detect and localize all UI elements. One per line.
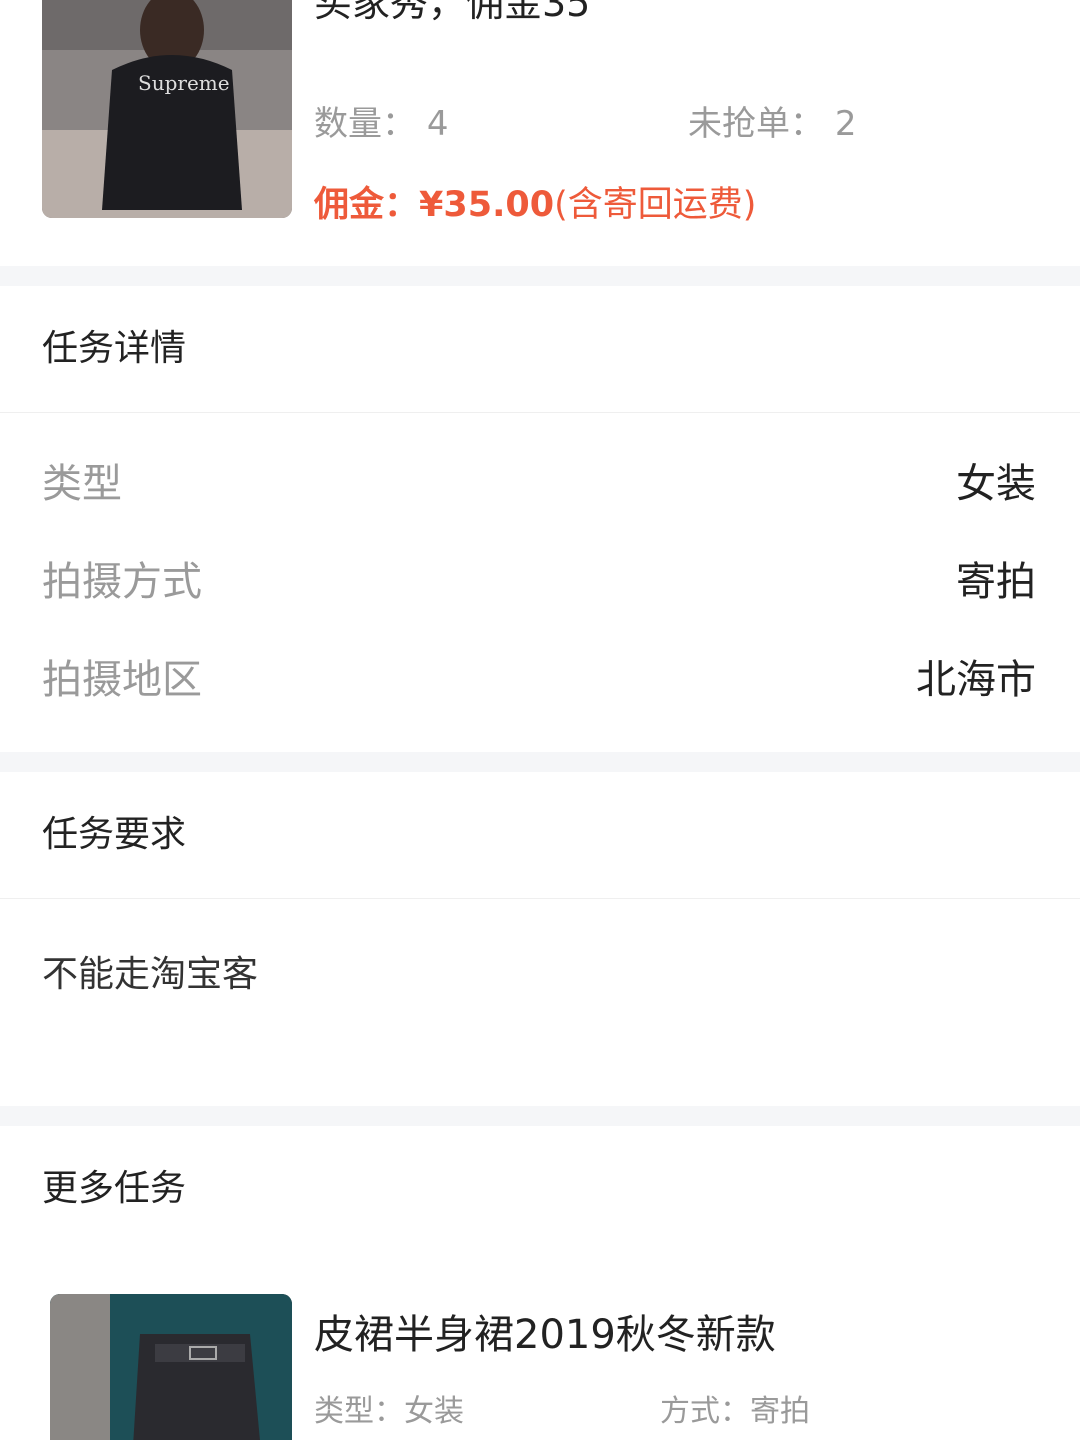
section-divider [0, 752, 1080, 772]
detail-row-type: 类型 女装 [0, 435, 1080, 533]
task-mode-value: 寄拍 [750, 1394, 810, 1429]
task-requirements-text: 不能走淘宝客 [42, 954, 259, 995]
section-divider [0, 1106, 1080, 1126]
remaining-stat: 未抢单： 2 [688, 96, 856, 145]
quantity-label: 数量： [314, 104, 416, 144]
detail-row-shooting-region: 拍摄地区 北海市 [0, 631, 1080, 729]
task-type: 类型：女装 [314, 1386, 464, 1430]
task-details-section: 任务详情 类型 女装 拍摄方式 寄拍 拍摄地区 北海市 [0, 286, 1080, 752]
detail-row-shooting-method: 拍摄方式 寄拍 [0, 533, 1080, 631]
quantity-stat: 数量： 4 [314, 96, 448, 145]
task-title: 皮裙半身裙2019秋冬新款 [314, 1312, 776, 1358]
task-thumbnail [50, 1294, 292, 1440]
task-detail-page: Supreme 买家秀，佣金35 数量： 4 未抢单： 2 佣金：¥35.00(… [0, 0, 1080, 1440]
detail-label: 拍摄方式 [42, 559, 202, 605]
task-mode: 方式：寄拍 [660, 1386, 810, 1430]
detail-value: 寄拍 [956, 559, 1036, 605]
task-type-label: 类型： [314, 1394, 404, 1429]
section-divider [0, 266, 1080, 286]
commission-label: 佣金： [314, 185, 420, 225]
product-title: 买家秀，佣金35 [314, 0, 591, 25]
commission-note: (含寄回运费) [554, 185, 757, 225]
quantity-value: 4 [426, 104, 449, 144]
remaining-value: 2 [834, 104, 857, 144]
task-requirements-section: 任务要求 不能走淘宝客 [0, 772, 1080, 1106]
task-details-header: 任务详情 [0, 286, 1080, 413]
commission-amount: ¥35.00 [419, 185, 555, 225]
product-photo-graphic: Supreme [42, 0, 292, 218]
task-list-item[interactable]: 皮裙半身裙2019秋冬新款 类型：女装 方式：寄拍 [0, 1294, 1080, 1440]
detail-value: 女装 [956, 461, 1036, 507]
detail-label: 类型 [42, 461, 122, 507]
commission-info: 佣金：¥35.00(含寄回运费) [314, 176, 756, 227]
svg-text:Supreme: Supreme [138, 71, 230, 95]
remaining-label: 未抢单： [688, 104, 824, 144]
task-photo-graphic [50, 1294, 292, 1440]
detail-label: 拍摄地区 [42, 657, 202, 703]
product-image: Supreme [42, 0, 292, 218]
detail-value: 北海市 [916, 657, 1036, 703]
product-card[interactable]: Supreme 买家秀，佣金35 数量： 4 未抢单： 2 佣金：¥35.00(… [0, 0, 1080, 266]
more-tasks-header: 更多任务 [42, 1168, 187, 1209]
task-requirements-header: 任务要求 [0, 772, 1080, 899]
task-mode-label: 方式： [660, 1394, 750, 1429]
task-type-value: 女装 [404, 1394, 464, 1429]
